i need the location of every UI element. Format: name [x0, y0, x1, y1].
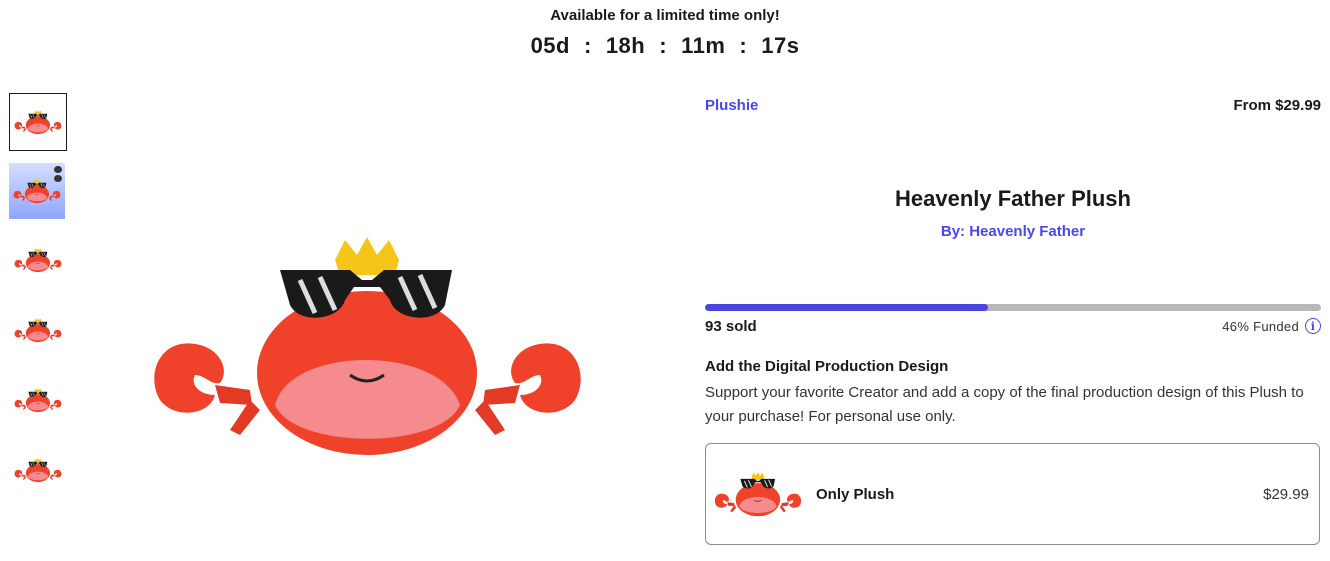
thumbnail-2[interactable] — [9, 163, 65, 219]
countdown-days: 05d — [530, 33, 570, 58]
product-title: Heavenly Father Plush — [895, 186, 1131, 211]
funding-progress-bar — [705, 304, 1321, 311]
product-header-row: Plushie From $29.99 — [705, 92, 1321, 118]
countdown-timer: 05d : 18h : 11m : 17s — [0, 32, 1330, 60]
crab-plush-image — [14, 109, 62, 135]
thumbnail-gallery — [9, 93, 67, 511]
countdown-separator: : — [583, 33, 592, 58]
info-icon[interactable]: i — [1305, 318, 1321, 334]
crab-plush-side-image — [14, 247, 62, 273]
option-price: $29.99 — [1263, 485, 1309, 503]
creator-link[interactable]: By: Heavenly Father — [705, 223, 1321, 240]
thumbnail-4[interactable] — [9, 301, 67, 359]
thumbnail-6[interactable] — [9, 441, 67, 499]
crab-plush-image — [140, 225, 595, 465]
countdown-seconds: 17s — [761, 33, 800, 58]
product-details: Plushie From $29.99 Heavenly Father Plus… — [705, 92, 1321, 545]
countdown-minutes: 11m — [681, 33, 726, 58]
option-label: Only Plush — [816, 485, 895, 503]
crab-plush-image — [14, 387, 62, 413]
main-product-image — [140, 225, 595, 465]
option-only-plush[interactable]: Only Plush $29.99 — [705, 443, 1320, 545]
funding-labels: 93 sold 46% Funded i — [705, 317, 1321, 335]
countdown-separator: : — [659, 33, 668, 58]
price-from: From $29.99 — [1233, 96, 1321, 114]
funded-percent: 46% Funded — [1222, 318, 1299, 334]
figure-badge-icon — [54, 166, 63, 182]
thumbnail-3[interactable] — [9, 231, 67, 289]
thumbnail-5[interactable] — [9, 371, 67, 429]
crab-plush-back-image — [14, 317, 62, 343]
crab-plush-bottom-image — [14, 457, 62, 483]
limited-time-banner: Available for a limited time only! 05d :… — [0, 6, 1330, 60]
digital-design-description: Support your favorite Creator and add a … — [705, 384, 1304, 425]
digital-design-title: Add the Digital Production Design — [705, 358, 949, 375]
countdown-separator: : — [739, 33, 748, 58]
funding-progress-fill — [705, 304, 989, 311]
banner-title: Available for a limited time only! — [550, 7, 780, 24]
thumbnail-1[interactable] — [9, 93, 67, 151]
category-link[interactable]: Plushie — [705, 97, 758, 114]
funded-status: 46% Funded i — [1222, 318, 1321, 334]
countdown-hours: 18h — [605, 33, 646, 58]
sold-count: 93 sold — [705, 317, 757, 335]
option-thumbnail — [714, 471, 802, 517]
